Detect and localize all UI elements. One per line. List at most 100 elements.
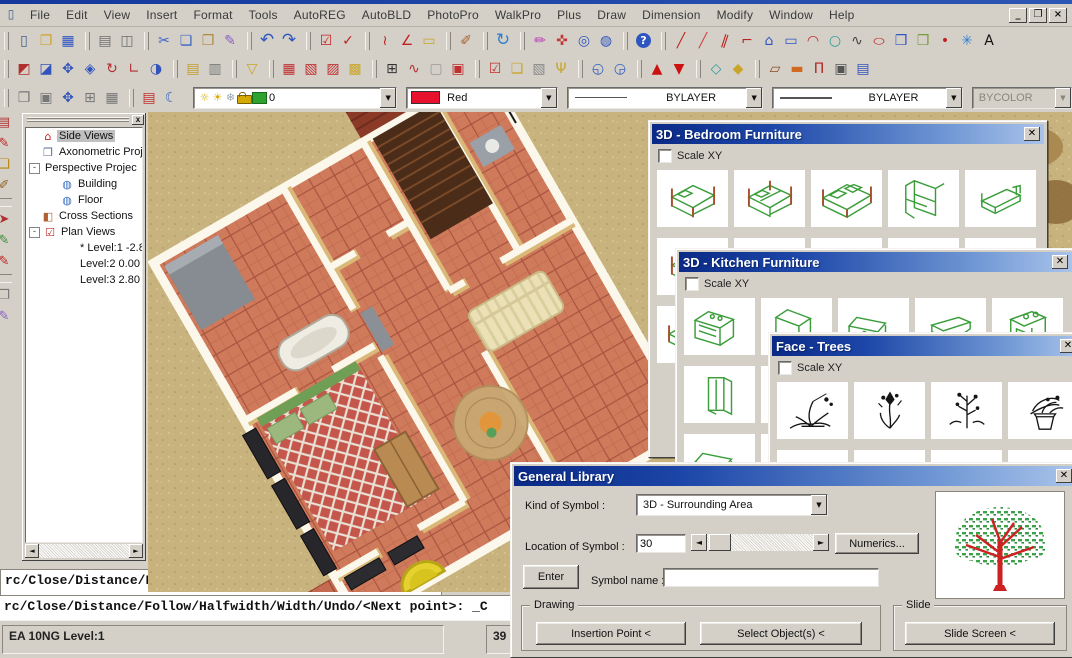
scroll-left-icon[interactable]: ◄ [25,544,39,558]
box-3d-icon[interactable]: ▧ [528,59,550,80]
redo-icon[interactable]: ↷ [278,30,300,51]
restore-button[interactable]: ❐ [1029,8,1047,23]
menu-edit[interactable]: Edit [58,5,95,25]
menu-help[interactable]: Help [821,5,862,25]
layer-state-lock-icon[interactable] [237,91,252,104]
couch-icon[interactable]: ▬ [786,59,808,80]
menu-insert[interactable]: Insert [138,5,185,25]
palette-grip[interactable] [27,117,129,123]
layer-dropdown-arrow-icon[interactable]: ▼ [380,88,396,108]
select-objects-button[interactable]: Select Object(s) < [700,622,862,645]
lineweight-dropdown[interactable]: BYLAYER ▼ [772,87,963,109]
palette-scrollbar[interactable]: ◄ ► [25,544,143,558]
polyline-edit-icon[interactable]: ≀ [374,30,396,51]
minimize-button[interactable]: _ [1009,8,1027,23]
named-views-icon[interactable]: ◈ [79,59,101,80]
storage-box-icon[interactable]: ▣ [830,59,852,80]
symbol-thumbnail-plant-2[interactable] [854,382,925,439]
grid-window-icon[interactable]: ⊞ [79,87,101,108]
bedroom-scale-xy-checkbox[interactable] [658,149,672,163]
location-scroll-track[interactable] [707,534,813,551]
save-icon[interactable]: ▦ [57,30,79,51]
style-pen-icon[interactable]: ✏ [529,30,551,51]
symbol-thumbnail-plant-3[interactable] [931,382,1002,439]
filter-icon[interactable]: ▽ [241,59,263,80]
symbol-thumbnail-bed-single[interactable] [965,170,1036,227]
hatch-icon[interactable]: ✳ [956,30,978,51]
numerics-button[interactable]: Numerics... [835,533,919,554]
symbol-name-input[interactable] [663,568,879,587]
polygon-icon[interactable]: ⌂ [758,30,780,51]
chair-icon[interactable]: Π [808,59,830,80]
text-icon[interactable]: A [978,30,1000,51]
menu-view[interactable]: View [96,5,139,25]
wall-pencil-icon[interactable]: ▧ [300,59,322,80]
cut-icon[interactable]: ✂ [153,30,175,51]
dock-layers-icon[interactable]: ▤ [0,112,16,133]
tree-item[interactable]: Level:2 0.00 [26,256,142,272]
switch-line-icon[interactable]: ∿ [403,59,425,80]
polyline-icon[interactable]: ⌐ [736,30,758,51]
enter-button[interactable]: Enter [523,565,579,589]
store-window-icon[interactable]: ▦ [101,87,123,108]
render-moon-icon[interactable]: ☾ [160,87,182,108]
palette-titlebar[interactable]: x [22,113,146,127]
print-preview-icon[interactable]: ◫ [116,30,138,51]
wall-dimension-icon[interactable]: ▩ [344,59,366,80]
view-disc-b-icon[interactable]: ◶ [609,59,631,80]
view-top-icon[interactable]: ◩ [13,59,35,80]
menu-dimension[interactable]: Dimension [634,5,709,25]
solid-edit-a-icon[interactable]: ◇ [705,59,727,80]
trees-dialog-titlebar[interactable]: Face - Trees ✕ [772,336,1072,356]
copy-entities-icon[interactable]: ❏ [506,59,528,80]
symbol-thumbnail-bed-a[interactable] [657,170,728,227]
symbol-thumbnail-stove[interactable] [684,298,755,355]
wall-grid-icon[interactable]: ▦ [278,59,300,80]
trees-scale-xy-checkbox[interactable] [778,361,792,375]
view-front-icon[interactable]: ◪ [35,59,57,80]
location-scroll-left-icon[interactable]: ◄ [691,534,707,551]
zoom-previous-icon[interactable]: ◍ [595,30,617,51]
general-library-titlebar[interactable]: General Library ✕ [514,466,1072,486]
angle-icon[interactable]: ∠ [396,30,418,51]
layer-colors-icon[interactable]: ▤ [138,87,160,108]
tree-item[interactable]: ❒Axonometric Proje [26,144,142,160]
kitchen-dialog-titlebar[interactable]: 3D - Kitchen Furniture ✕ [679,252,1072,272]
kitchen-scale-xy-checkbox[interactable] [685,277,699,291]
linetype-dropdown-arrow-icon[interactable]: ▼ [746,88,762,108]
zoom-realtime-icon[interactable]: ✜ [551,30,573,51]
layer-control-dropdown[interactable]: ☼☀❄ 0 ▼ [193,87,397,109]
tree-item[interactable]: ⌂Side Views [26,128,142,144]
menu-window[interactable]: Window [761,5,821,25]
menu-walkpro[interactable]: WalkPro [487,5,549,25]
format-painter-icon[interactable]: ✎ [219,30,241,51]
menu-autoreg[interactable]: AutoREG [286,5,354,25]
symbol-thumbnail-bed-c[interactable] [811,170,882,227]
help-icon[interactable]: ? [636,33,651,48]
trees-dialog-close-icon[interactable]: ✕ [1060,339,1072,353]
color-dropdown-arrow-icon[interactable]: ▼ [541,88,557,108]
dock-pen-icon[interactable]: ✐ [0,175,16,196]
layer-state-freeze-icon[interactable]: ❄ [224,91,237,104]
symbol-thumbnail-plant-4[interactable] [1008,382,1072,439]
location-scroll-right-icon[interactable]: ► [813,534,829,551]
dock-copy-icon[interactable]: ❏ [0,154,16,175]
rectangle-icon[interactable]: ▭ [780,30,802,51]
slide-screen-button[interactable]: Slide Screen < [905,622,1055,645]
dock-pencil2-icon[interactable]: ✎ [0,251,16,272]
layer-state-sun-icon[interactable]: ☀ [211,91,224,104]
layers-icon[interactable]: ▤ [182,59,204,80]
line-icon[interactable]: ╱ [670,30,692,51]
menu-plus[interactable]: Plus [549,5,589,25]
location-scroll-thumb[interactable] [709,534,731,551]
wall-pen-icon[interactable]: ▨ [322,59,344,80]
properties-icon[interactable]: ▥ [204,59,226,80]
make-block-icon[interactable]: ❒ [912,30,934,51]
view-disc-a-icon[interactable]: ◵ [587,59,609,80]
tree-item[interactable]: -Perspective Projec [26,160,142,176]
level-up-icon[interactable]: ▲ [646,59,668,80]
measure-scale-icon[interactable]: ▭ [418,30,440,51]
menu-autobld[interactable]: AutoBLD [354,5,419,25]
multiline-icon[interactable]: ∥ [711,27,738,54]
layer-state-chip-icon[interactable] [252,92,267,104]
